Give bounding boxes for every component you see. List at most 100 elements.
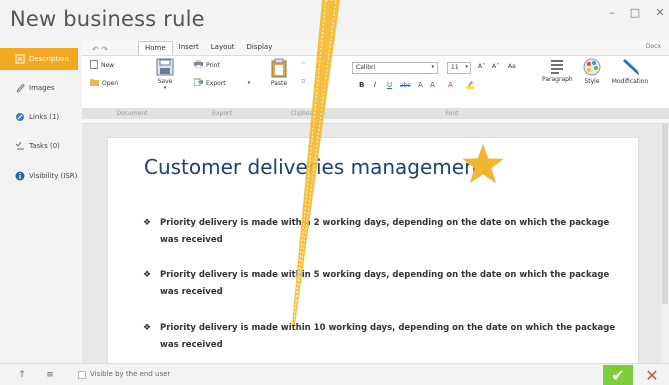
list-item-text: Priority delivery is made within 10 work… bbox=[160, 323, 616, 350]
shrink-font-button[interactable]: A˅ bbox=[492, 63, 499, 70]
docx-label: Docx bbox=[645, 43, 661, 50]
new-document-icon bbox=[90, 60, 98, 71]
sidebar-item-tasks[interactable]: Tasks (0) bbox=[0, 135, 78, 157]
minimize-button[interactable]: – bbox=[603, 6, 621, 20]
change-case-button[interactable]: Aa bbox=[508, 63, 516, 70]
list-item[interactable]: ❖ Priority delivery is made within 10 wo… bbox=[143, 320, 623, 354]
group-label-clipboard: Clipboard bbox=[290, 110, 320, 117]
paragraph-button[interactable]: Paragraph bbox=[542, 58, 573, 83]
tab-home[interactable]: Home bbox=[138, 41, 173, 55]
sidebar-item-visibility[interactable]: Visibility (ISR) bbox=[0, 165, 78, 187]
open-button[interactable]: Open bbox=[90, 78, 118, 88]
open-button-label: Open bbox=[102, 79, 119, 87]
clipboard-icon bbox=[271, 58, 287, 78]
chevron-down-icon: ▾ bbox=[431, 64, 434, 70]
pen-icon bbox=[623, 59, 639, 75]
app-window: New business rule – □ ✕ Description Imag… bbox=[0, 0, 669, 385]
title-bar: New business rule – □ ✕ bbox=[0, 0, 669, 38]
font-name-select[interactable]: Calibri ▾ bbox=[352, 62, 438, 74]
font-name-value: Calibri bbox=[356, 64, 376, 71]
palette-icon bbox=[583, 58, 601, 76]
tab-layout[interactable]: Layout bbox=[205, 41, 241, 55]
list-item[interactable]: ❖ Priority delivery is made within 5 wor… bbox=[143, 267, 623, 301]
strikethrough-button[interactable]: abc bbox=[400, 82, 411, 89]
list-item[interactable]: ❖ Priority delivery is made within 2 wor… bbox=[143, 215, 623, 249]
visible-end-user-label: Visible by the end user bbox=[90, 370, 171, 378]
undo-redo-icons[interactable]: ↶ ↷ bbox=[92, 45, 108, 54]
group-label-font: Font bbox=[445, 110, 459, 117]
ribbon-tabs: Home Insert Layout Display bbox=[138, 41, 278, 55]
tab-insert[interactable]: Insert bbox=[173, 41, 205, 55]
print-button[interactable]: Print bbox=[194, 60, 220, 70]
superscript-button[interactable]: A bbox=[430, 81, 435, 89]
list-item-text: Priority delivery is made within 2 worki… bbox=[160, 218, 610, 245]
sidebar-item-label: Tasks (0) bbox=[29, 142, 60, 150]
paperclip-icon bbox=[14, 83, 25, 94]
export-button-label: Export bbox=[206, 79, 226, 87]
highlighter-icon bbox=[466, 81, 478, 91]
sidebar-item-images[interactable]: Images bbox=[0, 77, 78, 99]
sidebar-item-links[interactable]: Links (1) bbox=[0, 106, 78, 128]
group-label-export: Export bbox=[212, 110, 232, 117]
italic-button[interactable]: I bbox=[374, 81, 376, 89]
chevron-down-icon: ▾ bbox=[247, 80, 251, 86]
save-button-label: Save bbox=[157, 78, 173, 85]
new-button-label: New bbox=[101, 62, 115, 69]
visible-end-user-checkbox[interactable] bbox=[78, 371, 86, 379]
ribbon: ↶ ↷ Home Insert Layout Display Docx New … bbox=[82, 39, 669, 124]
font-color-button[interactable]: A bbox=[448, 81, 453, 89]
bullet-icon: ❖ bbox=[143, 323, 152, 333]
sidebar-item-label: Visibility (ISR) bbox=[29, 172, 78, 180]
window-title: New business rule bbox=[10, 7, 205, 31]
modification-button[interactable]: Modification bbox=[610, 58, 650, 85]
highlight-button[interactable] bbox=[466, 81, 478, 91]
font-size-value: 11 bbox=[451, 64, 459, 71]
list-icon[interactable]: ≡ bbox=[44, 369, 56, 381]
sidebar-item-label: Images bbox=[29, 84, 55, 92]
grow-font-button[interactable]: A˄ bbox=[478, 63, 485, 70]
vertical-scrollbar[interactable] bbox=[661, 124, 669, 363]
copy-icon: ⧉ bbox=[301, 78, 306, 85]
font-size-select[interactable]: 11 ▾ bbox=[447, 62, 471, 74]
bullet-icon: ❖ bbox=[143, 270, 152, 280]
ribbon-body: New Open Save ▾ Print Export ▾ Paste ✂ ⧉… bbox=[82, 55, 669, 108]
move-up-icon[interactable]: ↑ bbox=[16, 369, 28, 381]
cancel-button[interactable]: ✕ bbox=[637, 365, 667, 385]
chevron-down-icon: ▾ bbox=[163, 85, 167, 91]
scissors-icon: ✂ bbox=[301, 60, 307, 67]
paste-button-label: Paste bbox=[270, 80, 288, 87]
sidebar-item-label: Description bbox=[29, 55, 69, 63]
subscript-button[interactable]: A bbox=[418, 81, 423, 89]
ok-button[interactable]: ✔ bbox=[603, 365, 633, 385]
document-page[interactable]: Customer deliveries management ❖ Priorit… bbox=[108, 138, 638, 368]
folder-icon bbox=[90, 78, 99, 88]
paste-button[interactable]: Paste bbox=[265, 58, 293, 87]
underline-button[interactable]: U bbox=[387, 81, 392, 89]
print-button-label: Print bbox=[206, 61, 220, 69]
style-button[interactable]: Style bbox=[580, 58, 604, 85]
bold-button[interactable]: B bbox=[359, 81, 364, 89]
ribbon-group-bar: Document Export Clipboard Font bbox=[82, 108, 669, 119]
scrollbar-thumb[interactable] bbox=[662, 124, 668, 304]
document-title[interactable]: Customer deliveries management bbox=[144, 155, 485, 179]
cut-button[interactable]: ✂ bbox=[301, 60, 306, 67]
tasks-icon bbox=[14, 141, 25, 152]
modification-button-label: Modification bbox=[611, 78, 649, 85]
bullet-icon: ❖ bbox=[143, 218, 152, 228]
paragraph-button-label: Paragraph bbox=[542, 76, 573, 83]
export-button[interactable]: Export ▾ bbox=[193, 78, 251, 88]
new-button[interactable]: New bbox=[90, 60, 114, 71]
paragraph-icon bbox=[551, 60, 563, 74]
style-button-label: Style bbox=[584, 78, 600, 85]
close-button[interactable]: ✕ bbox=[651, 6, 669, 20]
maximize-button[interactable]: □ bbox=[626, 6, 644, 20]
sidebar-item-description[interactable]: Description bbox=[0, 48, 78, 70]
list-item-text: Priority delivery is made within 5 worki… bbox=[160, 270, 610, 297]
document-area[interactable]: Customer deliveries management ❖ Priorit… bbox=[82, 124, 669, 368]
chevron-down-icon: ▾ bbox=[465, 64, 468, 70]
tab-display[interactable]: Display bbox=[241, 41, 279, 55]
copy-button[interactable]: ⧉ bbox=[301, 78, 305, 86]
save-button[interactable]: Save ▾ bbox=[150, 58, 180, 91]
group-label-document: Document bbox=[116, 110, 148, 117]
document-icon bbox=[14, 54, 25, 65]
